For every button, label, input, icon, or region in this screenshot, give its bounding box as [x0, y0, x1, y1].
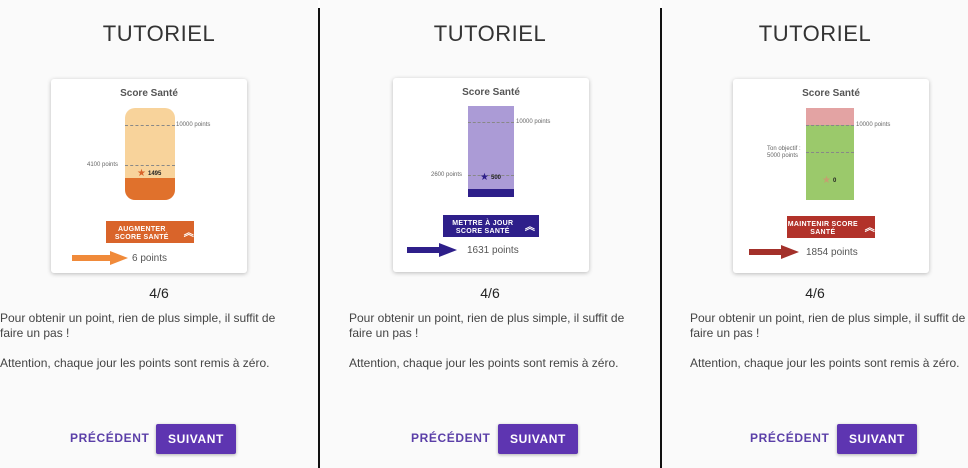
next-button[interactable]: SUIVANT: [156, 424, 236, 454]
page-title: TUTORIEL: [758, 21, 872, 46]
button-label: AUGMENTER SCORE SANTÉ: [114, 225, 169, 241]
top-threshold-line: [468, 122, 514, 123]
maintain-score-button[interactable]: MAINTENIR SCORE SANTÉ ︽: [787, 216, 875, 238]
star-value: 1495: [148, 171, 162, 177]
bar-upper-segment: [125, 108, 175, 178]
points-text: 1631 points: [467, 245, 519, 256]
button-label: METTRE À JOUR SCORE SANTÉ: [452, 219, 514, 235]
score-card: Score Santé 10000 points 2600 points ★ 5…: [393, 78, 589, 272]
page-title: TUTORIEL: [102, 21, 216, 46]
arrow-right-icon: [749, 245, 799, 259]
card-title: Score Santé: [802, 88, 860, 99]
increase-score-button[interactable]: AUGMENTER SCORE SANTÉ ︽: [106, 221, 194, 243]
chevrons-up-icon: ︽: [524, 221, 536, 233]
top-threshold-line: [806, 125, 854, 126]
instruction-text: Pour obtenir un point, rien de plus simp…: [0, 311, 276, 340]
next-button[interactable]: SUIVANT: [837, 424, 917, 454]
score-card: Score Santé 10000 points 4100 points ★ 1…: [51, 79, 247, 273]
score-bar: [806, 108, 854, 200]
score-bar: [125, 108, 175, 200]
update-score-button[interactable]: METTRE À JOUR SCORE SANTÉ ︽: [443, 215, 539, 237]
instruction-text: Pour obtenir un point, rien de plus simp…: [690, 311, 966, 340]
mid-threshold-label: 4100 points: [87, 162, 119, 168]
card-title: Score Santé: [120, 88, 178, 99]
bar-fill-segment: [806, 125, 854, 200]
step-counter: 4/6: [805, 285, 825, 301]
top-threshold-label: 10000 points: [856, 122, 891, 128]
score-card: Score Santé 10000 points Ton objectif : …: [733, 79, 929, 273]
warning-text: Attention, chaque jour les points sont r…: [690, 356, 960, 370]
previous-button[interactable]: PRÉCÉDENT: [411, 431, 490, 445]
top-threshold-label: 10000 points: [516, 119, 551, 125]
page-title: TUTORIEL: [433, 21, 547, 46]
warning-text: Attention, chaque jour les points sont r…: [349, 356, 619, 370]
tutorial-screens: TUTORIEL Score Santé 10000 points 4100 p…: [0, 0, 968, 468]
tutorial-panel-3: TUTORIEL Score Santé 10000 points Ton ob…: [662, 0, 968, 468]
tutorial-panel-2: TUTORIEL Score Santé 10000 points 2600 p…: [320, 0, 660, 468]
bar-upper-segment: [806, 108, 854, 125]
step-counter: 4/6: [149, 285, 169, 301]
tutorial-panel-1: TUTORIEL Score Santé 10000 points 4100 p…: [0, 0, 318, 468]
instruction-text: Pour obtenir un point, rien de plus simp…: [349, 311, 625, 340]
chevrons-up-icon: ︽: [864, 222, 875, 234]
top-threshold-label: 10000 points: [176, 122, 211, 128]
mid-threshold-label: 2600 points: [431, 172, 463, 178]
score-bar: [468, 106, 514, 197]
bar-fill-segment: [125, 178, 175, 200]
top-threshold-line: [125, 125, 175, 126]
arrow-right-icon: [407, 243, 457, 257]
star-value: 500: [491, 175, 502, 181]
mid-threshold-line: [125, 165, 175, 166]
warning-text: Attention, chaque jour les points sont r…: [0, 356, 270, 370]
goal-line: [806, 152, 854, 153]
bar-fill-segment: [468, 189, 514, 197]
previous-button[interactable]: PRÉCÉDENT: [750, 431, 829, 445]
card-title: Score Santé: [462, 87, 520, 98]
star-icon: ★: [822, 175, 831, 186]
arrow-right-icon: [72, 251, 128, 265]
previous-button[interactable]: PRÉCÉDENT: [70, 431, 149, 445]
button-label: MAINTENIR SCORE SANTÉ: [787, 220, 858, 236]
chevrons-up-icon: ︽: [183, 227, 194, 239]
next-button[interactable]: SUIVANT: [498, 424, 578, 454]
star-icon: ★: [137, 168, 146, 179]
goal-label: Ton objectif : 5000 points: [767, 146, 801, 159]
star-icon: ★: [480, 172, 489, 183]
step-counter: 4/6: [480, 285, 500, 301]
points-text: 6 points: [132, 253, 168, 264]
star-value: 0: [833, 178, 837, 184]
points-text: 1854 points: [806, 247, 858, 258]
